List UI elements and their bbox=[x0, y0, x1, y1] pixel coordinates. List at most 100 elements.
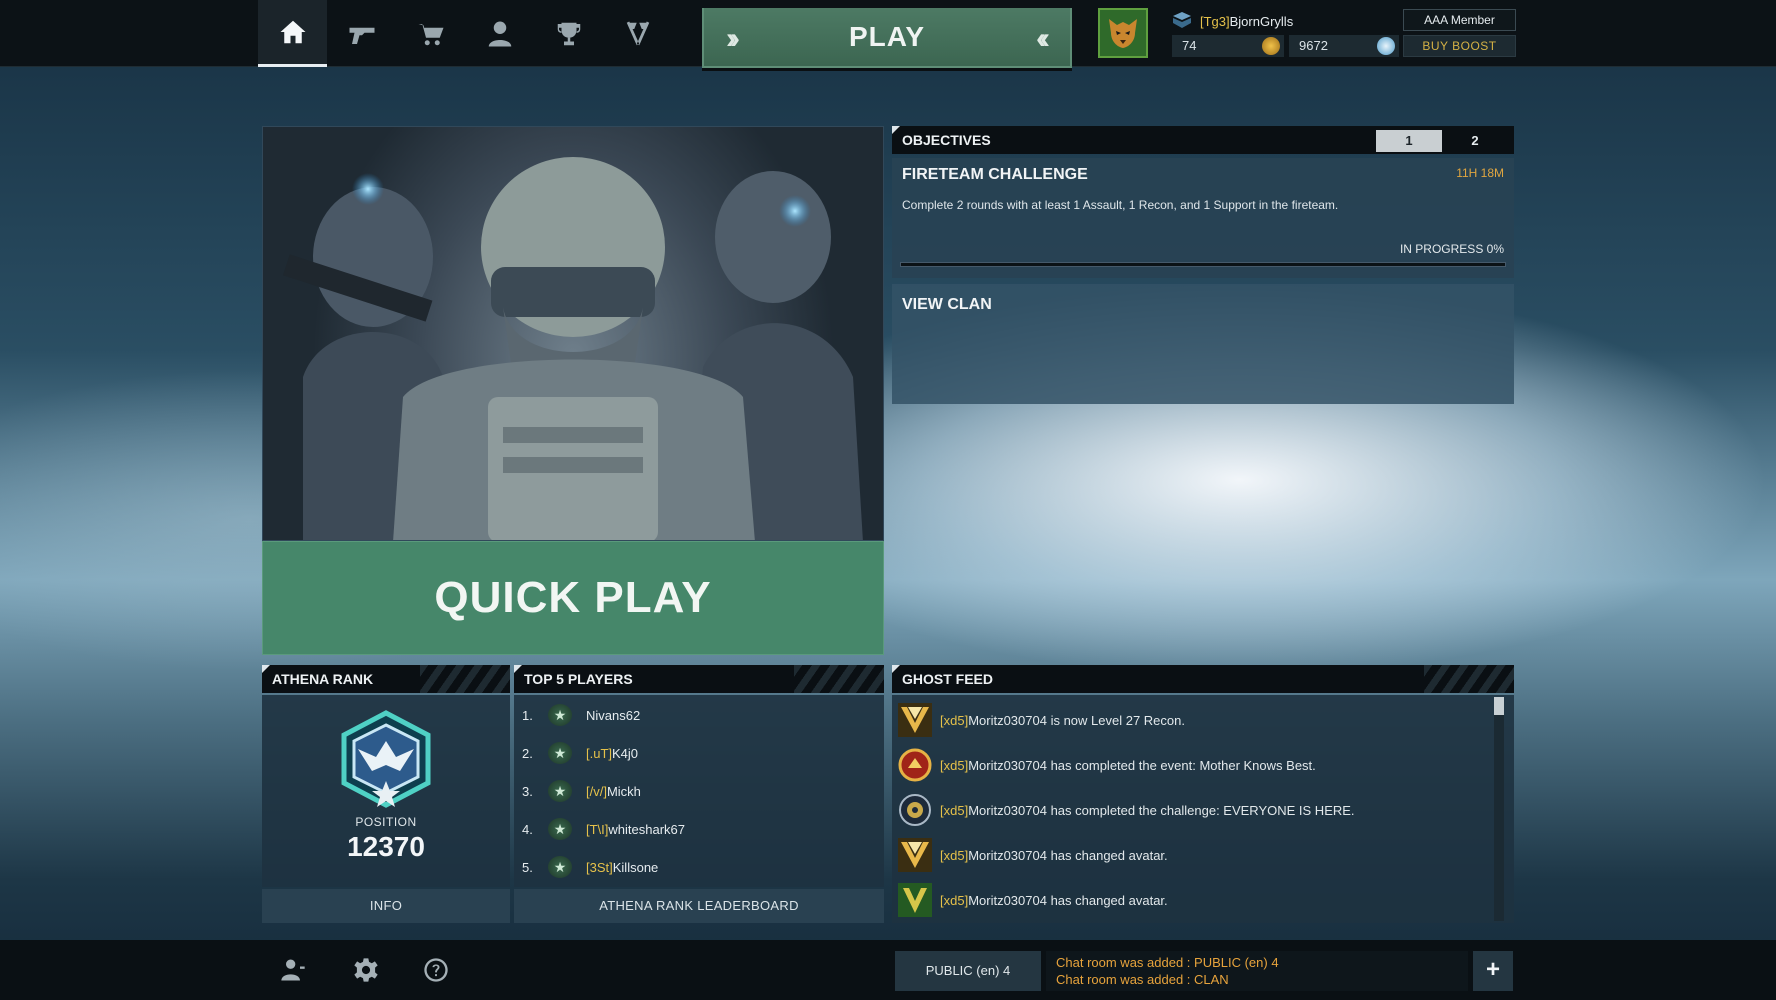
rank-star-icon: ★ bbox=[548, 742, 572, 764]
chevron-left-icon: ‹‹ bbox=[1036, 22, 1050, 55]
nav-achievements-button[interactable] bbox=[534, 0, 603, 67]
membership-badge: AAA Member bbox=[1403, 9, 1516, 31]
rank-star-icon: ★ bbox=[548, 704, 572, 726]
challenge-timer: 11H 18M bbox=[1456, 166, 1504, 180]
corner-marker bbox=[262, 665, 270, 673]
friends-button[interactable] bbox=[277, 954, 309, 986]
feed-scrollbar-thumb[interactable] bbox=[1494, 697, 1504, 715]
challenge-badge-icon bbox=[898, 793, 932, 827]
nav-weapons-button[interactable] bbox=[327, 0, 396, 67]
help-icon bbox=[424, 958, 448, 982]
challenge-title: FIRETEAM CHALLENGE bbox=[902, 166, 1088, 183]
chat-room-tab[interactable]: PUBLIC (en) 4 bbox=[895, 951, 1041, 991]
help-button[interactable] bbox=[420, 954, 452, 986]
athena-rank-title: ATHENA RANK bbox=[272, 671, 374, 687]
view-clan-label: VIEW CLAN bbox=[902, 296, 992, 313]
ghost-feed-list: [xd5] Moritz030704 is now Level 27 Recon.… bbox=[892, 695, 1514, 923]
settings-button[interactable] bbox=[350, 954, 382, 986]
challenge-description: Complete 2 rounds with at least 1 Assaul… bbox=[902, 198, 1339, 212]
header-stripes bbox=[1424, 665, 1514, 693]
play-label: PLAY bbox=[848, 21, 926, 52]
player-row-1[interactable]: 1. ★ Nivans62 bbox=[522, 703, 640, 727]
pistol-icon bbox=[349, 27, 374, 44]
player-avatar[interactable] bbox=[1098, 8, 1148, 58]
corner-marker bbox=[892, 665, 900, 673]
objectives-panel: OBJECTIVES 1 2 FIRETEAM CHALLENGE 11H 18… bbox=[892, 126, 1514, 406]
athena-leaderboard-button[interactable]: ATHENA RANK LEADERBOARD bbox=[514, 889, 884, 923]
player-row-2[interactable]: 2. ★ [.uT] K4j0 bbox=[522, 741, 638, 765]
home-icon bbox=[280, 20, 305, 44]
athena-rank-header: ATHENA RANK bbox=[262, 665, 510, 693]
nav-store-button[interactable] bbox=[396, 0, 465, 67]
athena-rank-body: POSITION 12370 bbox=[262, 695, 510, 887]
top-players-panel: TOP 5 PLAYERS 1. ★ Nivans62 2. ★ [.uT] K4… bbox=[514, 665, 884, 923]
objectives-tab-2[interactable]: 2 bbox=[1442, 130, 1508, 152]
player-row-4[interactable]: 4. ★ [T\I] whiteshark67 bbox=[522, 817, 685, 841]
rank-emblem-icon bbox=[336, 709, 436, 814]
feed-entry[interactable]: [xd5] Moritz030704 has changed avatar. bbox=[898, 836, 1168, 874]
feed-entry[interactable]: [xd5] Moritz030704 is now Level 27 Recon. bbox=[898, 701, 1185, 739]
rank-star-icon: ★ bbox=[548, 818, 572, 840]
ghost-feed-title: GHOST FEED bbox=[902, 671, 994, 687]
wolf-avatar-icon bbox=[1109, 19, 1137, 48]
cart-icon bbox=[418, 23, 443, 45]
credits-display: 74 bbox=[1172, 35, 1284, 57]
fireteam-challenge-card[interactable]: FIRETEAM CHALLENGE 11H 18M Complete 2 ro… bbox=[892, 158, 1514, 278]
user-icon bbox=[488, 21, 511, 46]
recon-rank-icon bbox=[898, 703, 932, 737]
recon-rank-icon bbox=[898, 838, 932, 872]
top-players-list: 1. ★ Nivans62 2. ★ [.uT] K4j0 3. ★ [/v/] M… bbox=[514, 695, 884, 887]
gear-icon bbox=[354, 958, 378, 982]
feed-scrollbar[interactable] bbox=[1494, 697, 1504, 921]
friends-icon bbox=[281, 959, 305, 981]
rank-star-icon: ★ bbox=[548, 856, 572, 878]
top-players-header: TOP 5 PLAYERS bbox=[514, 665, 884, 693]
quick-play-button[interactable]: QUICK PLAY bbox=[262, 541, 884, 655]
add-chat-room-button[interactable]: + bbox=[1473, 951, 1513, 991]
top-players-title: TOP 5 PLAYERS bbox=[524, 671, 633, 687]
soldiers-artwork bbox=[282, 157, 863, 540]
objectives-title: OBJECTIVES bbox=[902, 132, 991, 148]
position-label: POSITION bbox=[355, 815, 417, 829]
play-button[interactable]: ›› PLAY ‹‹ bbox=[702, 8, 1072, 68]
clan-shield-icon bbox=[1172, 11, 1192, 32]
objectives-header: OBJECTIVES 1 2 bbox=[892, 126, 1514, 154]
player-row-3[interactable]: 3. ★ [/v/] Mickh bbox=[522, 779, 641, 803]
ghost-feed-header: GHOST FEED bbox=[892, 665, 1514, 693]
player-name[interactable]: BjornGrylls bbox=[1230, 14, 1294, 29]
nav-home-button[interactable] bbox=[258, 0, 327, 67]
player-name-row: [Tg3]BjornGrylls bbox=[1172, 10, 1293, 32]
rank-star-icon: ★ bbox=[548, 780, 572, 802]
corner-marker bbox=[892, 126, 900, 134]
nav-profile-button[interactable] bbox=[465, 0, 534, 67]
credits-value: 74 bbox=[1182, 38, 1197, 53]
event-medal-icon bbox=[898, 748, 932, 782]
corner-marker bbox=[514, 665, 522, 673]
feed-entry[interactable]: [xd5] Moritz030704 has completed the chal… bbox=[898, 791, 1355, 829]
crossed-flags-icon bbox=[626, 21, 649, 45]
quick-play-label: QUICK PLAY bbox=[434, 573, 712, 622]
credits-coin-icon bbox=[1262, 37, 1280, 55]
view-clan-button[interactable]: VIEW CLAN bbox=[892, 284, 1514, 404]
player-row-5[interactable]: 5. ★ [3St] Killsone bbox=[522, 855, 658, 879]
ghost-feed-panel: GHOST FEED [xd5] Moritz030704 is now Leve… bbox=[892, 665, 1514, 923]
chevron-right-icon: ›› bbox=[726, 22, 740, 55]
challenge-status: IN PROGRESS 0% bbox=[1399, 242, 1504, 256]
feed-entry[interactable]: [xd5] Moritz030704 has completed the even… bbox=[898, 746, 1316, 784]
hero-image bbox=[262, 126, 884, 541]
nav-matches-button[interactable] bbox=[603, 0, 672, 67]
header-stripes bbox=[794, 665, 884, 693]
position-value: 12370 bbox=[347, 831, 425, 862]
chat-message: Chat room was added : PUBLIC (en) 4 bbox=[1056, 955, 1279, 970]
player-clan-tag: [Tg3] bbox=[1200, 13, 1230, 29]
feed-entry[interactable]: [xd5] Moritz030704 has changed avatar. bbox=[898, 881, 1168, 919]
athena-info-button[interactable]: INFO bbox=[262, 889, 510, 923]
avatar-emblem-icon bbox=[898, 883, 932, 917]
buy-boost-button[interactable]: BUY BOOST bbox=[1403, 35, 1516, 57]
athena-rank-panel: ATHENA RANK POSITION 12370 INFO bbox=[262, 665, 510, 923]
ghost-coin-icon bbox=[1377, 37, 1395, 55]
chat-log: Chat room was added : PUBLIC (en) 4 Chat… bbox=[1046, 951, 1468, 991]
ghost-coins-display: 9672 bbox=[1289, 35, 1399, 57]
ghost-coins-value: 9672 bbox=[1299, 38, 1328, 53]
objectives-tab-1[interactable]: 1 bbox=[1376, 130, 1442, 152]
